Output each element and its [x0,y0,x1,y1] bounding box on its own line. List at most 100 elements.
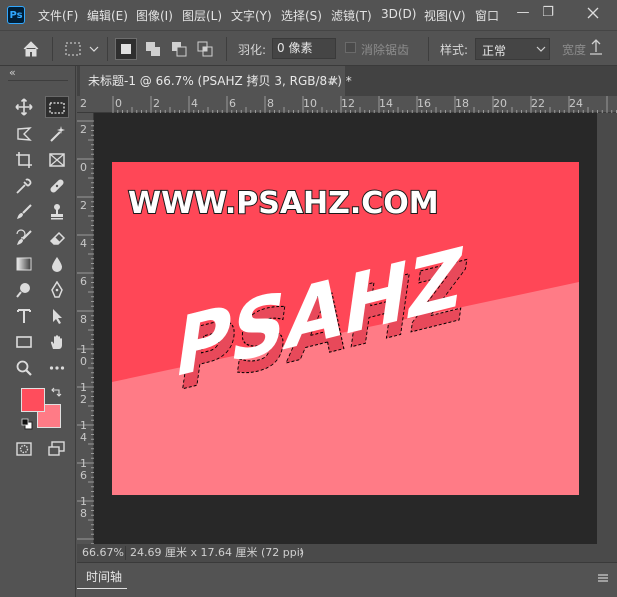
document-tab-title: 未标题-1 @ 66.7% (PSAHZ 拷贝 3, RGB/8#) * [88,74,352,88]
brush-tool[interactable] [12,201,36,223]
menu-view[interactable]: 视图(V) [424,7,466,24]
menu-file[interactable]: 文件(F) [38,7,78,24]
menu-select[interactable]: 选择(S) [281,7,322,24]
toolbar-grip [8,80,68,81]
vertical-scrollbar[interactable] [597,113,617,544]
rectangle-tool[interactable] [12,331,36,353]
rect-marquee-preset-icon [65,42,99,56]
default-colors-button[interactable] [21,418,33,430]
close-window-button[interactable] [570,0,617,26]
quick-mask-button[interactable] [12,438,36,460]
frame-tool[interactable] [45,149,69,171]
type-icon [17,309,31,323]
brush-icon [17,204,32,219]
crop-icon [16,152,32,168]
add-to-selection-button[interactable] [142,38,164,60]
ruler-label: 18 [455,97,469,110]
ruler-label: 2 [80,97,87,110]
subtract-from-selection-button[interactable] [168,38,190,60]
blur-tool[interactable] [45,253,69,275]
ruler-label: 12 [341,97,355,110]
healing-brush-tool[interactable] [45,175,69,197]
magnifier-icon [16,360,32,376]
style-label: 样式: [440,43,469,57]
path-selection-tool[interactable] [45,305,69,327]
zoom-tool[interactable] [12,357,36,379]
restore-button[interactable]: ❐ [531,0,565,26]
screen-mode-icon [48,441,65,456]
headline-text: WWW.PSAHZ.COM [128,186,439,221]
close-icon [587,7,599,19]
crop-tool[interactable] [12,149,36,171]
screen-mode-button[interactable] [45,438,69,460]
tool-preset-picker[interactable] [63,40,101,58]
rectangular-marquee-tool[interactable] [45,96,69,118]
history-brush-icon [16,229,32,245]
bandage-icon [50,179,64,193]
swap-colors-button[interactable] [50,386,62,398]
separator [226,37,227,61]
status-menu-arrow[interactable]: › [299,544,304,562]
ruler-label: 0 [115,97,122,110]
menu-edit[interactable]: 编辑(E) [87,7,128,24]
intersect-selection-button[interactable] [194,38,216,60]
frame-icon [49,153,65,167]
separator [107,37,108,61]
eyedropper-icon [16,178,32,194]
timeline-tab[interactable]: 时间轴 [86,568,122,585]
zoom-level[interactable]: 66.67% [82,544,124,562]
feather-label: 羽化: [238,43,267,57]
rectangle-icon [16,336,32,348]
menu-image[interactable]: 图像(I) [136,7,173,24]
ruler-label: 8 [80,313,87,326]
foreground-color-swatch[interactable] [21,388,45,412]
hand-icon [50,335,62,349]
panel-menu-button[interactable] [596,572,610,584]
quick-mask-icon [16,442,32,456]
width-label: 宽度 [562,43,587,57]
pen-tool[interactable] [45,279,69,301]
home-icon [23,41,39,57]
close-tab-button[interactable]: × [329,66,339,96]
style-select-value: 正常 [482,44,507,58]
history-brush-tool[interactable] [12,227,36,249]
menu-window[interactable]: 窗口 [475,7,499,24]
arrow-cursor-icon [53,309,62,324]
lasso-tool[interactable] [12,123,36,145]
eyedropper-tool[interactable] [12,175,36,197]
swap-dimensions-button[interactable] [587,37,605,57]
tools-panel: « [0,66,76,597]
options-bar: 羽化: 0 像素 消除锯齿 样式: 正常 宽度 [0,30,617,66]
eraser-tool[interactable] [45,227,69,249]
menu-layer[interactable]: 图层(L) [182,7,222,24]
collapse-panel-button[interactable]: « [9,66,16,79]
menu-type[interactable]: 文字(Y) [231,7,272,24]
antialias-checkbox[interactable] [345,42,356,53]
ruler-label: 1 8 [80,495,87,520]
edit-toolbar-button[interactable] [45,357,69,379]
ruler-label: 1 4 [80,419,87,444]
hand-tool[interactable] [45,331,69,353]
photoshop-logo-icon: Ps [7,6,25,24]
new-selection-button[interactable] [115,38,137,60]
gradient-tool[interactable] [12,253,36,275]
menu-3d[interactable]: 3D(D) [381,7,416,21]
ruler-label: 1 2 [80,381,87,406]
dodge-tool[interactable] [12,279,36,301]
document-canvas[interactable]: PSAHZ PSAHZ WWW.PSAHZ.COM [112,162,579,495]
ruler-label: 14 [379,97,393,110]
vertical-ruler: 2 0 2 4 6 8 1 0 1 2 1 4 1 6 1 8 [77,113,94,544]
menu-bar: Ps 文件(F) 编辑(E) 图像(I) 图层(L) 文字(Y) 选择(S) 滤… [0,0,617,30]
magic-wand-tool[interactable] [45,123,69,145]
document-tab[interactable]: 未标题-1 @ 66.7% (PSAHZ 拷贝 3, RGB/8#) * × [80,66,352,96]
style-select[interactable]: 正常 [475,38,550,60]
type-tool[interactable] [12,305,36,327]
menu-filter[interactable]: 滤镜(T) [331,7,372,24]
clone-stamp-tool[interactable] [45,201,69,223]
separator [52,37,53,61]
ruler-label: 22 [531,97,545,110]
chevron-down-icon [536,46,546,52]
home-button[interactable] [20,39,42,59]
feather-input[interactable]: 0 像素 [272,38,336,59]
move-tool[interactable] [12,96,36,118]
